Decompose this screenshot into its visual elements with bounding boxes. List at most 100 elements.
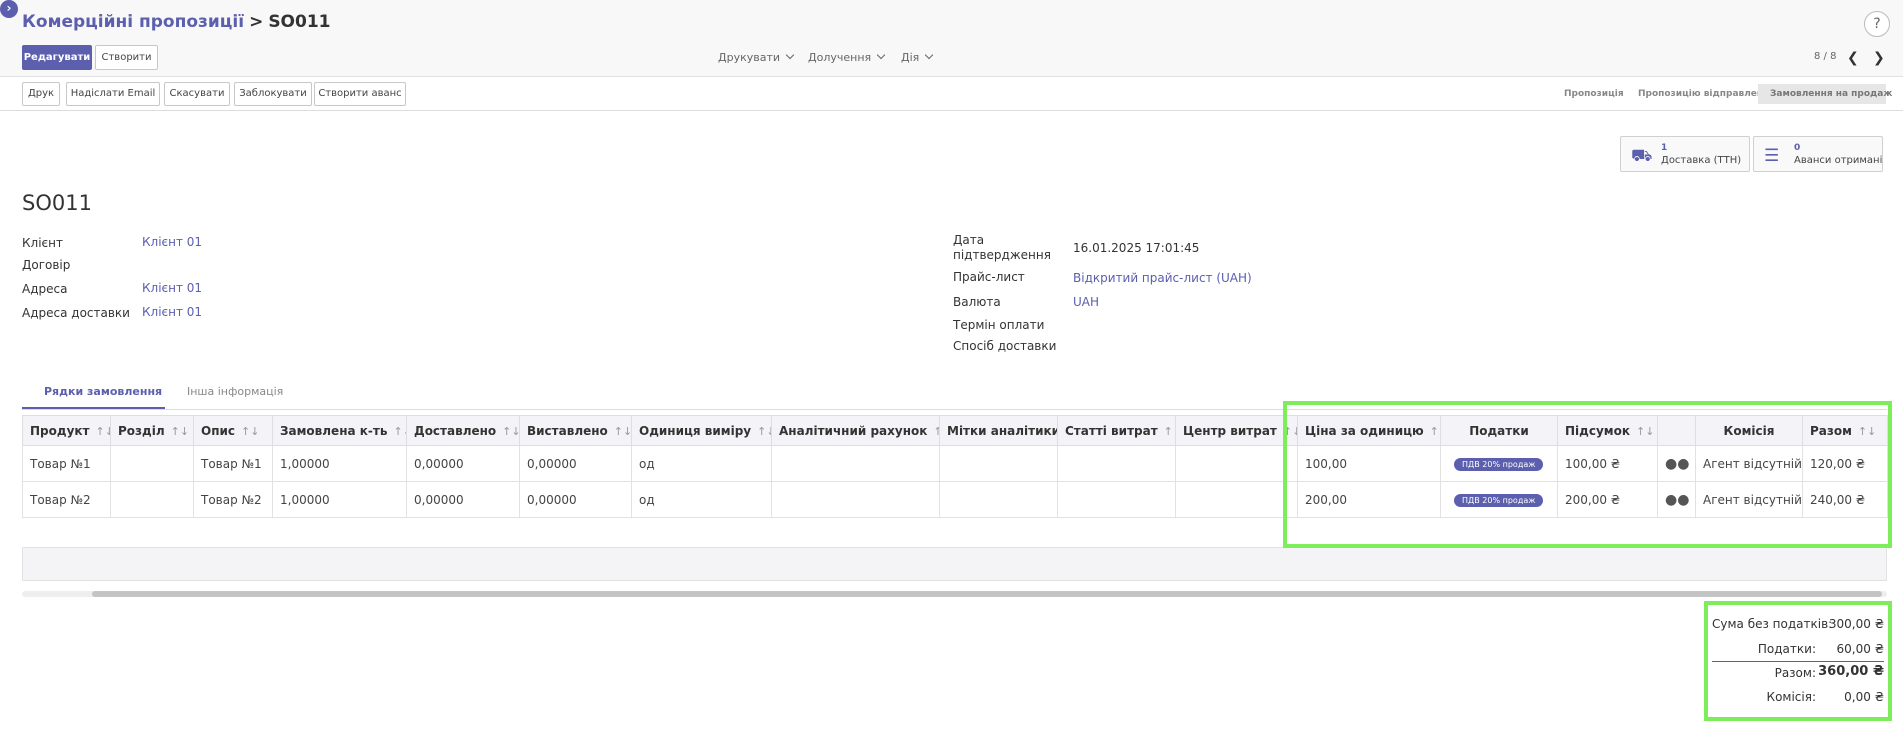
payment-term-label: Термін оплати <box>953 318 1045 332</box>
pricelist-field[interactable]: Відкритий прайс-лист (UAH) <box>1073 271 1252 285</box>
cell-analytic-tags[interactable] <box>939 445 1058 482</box>
cell-ordered-qty[interactable]: 1,00000 <box>272 445 407 482</box>
sort-icon[interactable]: ↑↓ <box>614 425 631 438</box>
stage-sale-order[interactable]: Замовлення на продаж <box>1758 84 1892 104</box>
delivery-address-field[interactable]: Клієнт 01 <box>142 305 202 319</box>
attachments-menu[interactable]: Долучення <box>808 50 886 64</box>
help-icon[interactable]: ? <box>1864 11 1890 37</box>
advances-count: 0 <box>1794 143 1801 153</box>
col-product[interactable]: Продукт↑↓ <box>22 415 111 446</box>
address-field[interactable]: Клієнт 01 <box>142 281 202 295</box>
col-description[interactable]: Опис ↑↓ <box>193 415 273 446</box>
print-button[interactable]: Друк <box>22 82 60 106</box>
print-menu[interactable]: Друкувати <box>718 50 795 64</box>
action-menu-label: Дія <box>901 51 920 64</box>
sort-icon[interactable]: ↑↓ <box>96 425 110 438</box>
cell-product[interactable]: Товар №2 <box>22 481 111 518</box>
sort-icon[interactable]: ↑↓ <box>1164 425 1175 438</box>
delivery-method-label: Спосіб доставки <box>953 339 1057 353</box>
sort-icon[interactable]: ↑↓ <box>502 425 518 438</box>
cell-uom[interactable]: од <box>631 481 772 518</box>
pager-counter[interactable]: 8 / 8 <box>1814 51 1836 62</box>
cell-analytic-account[interactable] <box>771 445 940 482</box>
cancel-button[interactable]: Скасувати <box>164 82 230 106</box>
cell-section[interactable] <box>110 481 194 518</box>
send-email-button[interactable]: Надіслати Email <box>66 82 160 106</box>
sort-icon[interactable]: ↑↓ <box>393 425 405 438</box>
highlight-box-price-columns <box>1283 401 1892 548</box>
cell-ordered-qty[interactable]: 1,00000 <box>272 481 407 518</box>
horizontal-scrollbar-thumb[interactable] <box>92 591 1882 597</box>
total-value: 360,00 ₴ <box>1818 664 1884 679</box>
create-advance-button[interactable]: Створити аванс <box>314 82 406 106</box>
col-analytic-account[interactable]: Аналітичний рахунок↑↓ <box>771 415 940 446</box>
breadcrumb-separator: > <box>249 12 264 32</box>
cell-invoiced[interactable]: 0,00000 <box>519 481 632 518</box>
sort-icon[interactable]: ↑↓ <box>241 425 259 438</box>
lock-button[interactable]: Заблокувати <box>234 82 312 106</box>
create-button[interactable]: Створити <box>95 45 158 70</box>
stage-proposal-sent[interactable]: Пропозицію відправлено <box>1638 84 1769 104</box>
col-invoiced[interactable]: Виставлено ↑↓ <box>519 415 632 446</box>
tab-other-info[interactable]: Інша інформація <box>187 385 283 398</box>
col-delivered[interactable]: Доставлено ↑↓ <box>406 415 520 446</box>
statusbar: Друк Надіслати Email Скасувати Заблокува… <box>0 77 1903 111</box>
cell-expense-items[interactable] <box>1057 481 1176 518</box>
action-menu[interactable]: Дія <box>901 50 934 64</box>
pager-prev-icon[interactable]: ❮ <box>1847 50 1859 66</box>
untaxed-amount-value: 300,00 ₴ <box>1828 617 1884 631</box>
truck-icon: ⛟ <box>1631 146 1653 166</box>
client-field[interactable]: Клієнт 01 <box>142 235 202 249</box>
attachments-menu-label: Долучення <box>808 51 872 64</box>
address-label: Адреса <box>22 282 68 296</box>
confirm-date-field[interactable]: 16.01.2025 17:01:45 <box>1073 241 1199 255</box>
cell-delivered[interactable]: 0,00000 <box>406 445 520 482</box>
cell-expense-items[interactable] <box>1057 445 1176 482</box>
cell-delivered[interactable]: 0,00000 <box>406 481 520 518</box>
col-analytic-tags: Мітки аналітики <box>939 415 1058 446</box>
totals-divider <box>1712 661 1884 662</box>
advances-label: Аванси отримані <box>1794 155 1883 166</box>
advances-smart-button[interactable]: ☰ 0 Аванси отримані <box>1753 136 1883 172</box>
confirm-date-label-line2: підтвердження <box>953 248 1051 262</box>
cell-description[interactable]: Товар №2 <box>193 481 273 518</box>
col-uom[interactable]: Одиниця виміру↑↓ <box>631 415 772 446</box>
control-panel: › Комерційні пропозиції > SO011 ? Редагува… <box>0 0 1903 77</box>
delivery-address-label: Адреса доставки <box>22 306 130 320</box>
tab-order-lines[interactable]: Рядки замовлення <box>44 385 162 398</box>
stage-proposal[interactable]: Пропозиція <box>1564 84 1624 104</box>
pager-next-icon[interactable]: ❯ <box>1873 50 1885 66</box>
list-icon: ☰ <box>1764 146 1780 166</box>
currency-field[interactable]: UAH <box>1073 295 1099 309</box>
client-label: Клієнт <box>22 236 63 250</box>
col-cost-center[interactable]: Центр витрат↑↓ <box>1175 415 1298 446</box>
breadcrumb-parent-link[interactable]: Комерційні пропозиції <box>22 12 244 32</box>
cell-product[interactable]: Товар №1 <box>22 445 111 482</box>
cell-analytic-tags[interactable] <box>939 481 1058 518</box>
cell-section[interactable] <box>110 445 194 482</box>
expand-menu-icon[interactable]: › <box>0 0 18 18</box>
total-label: Разом: <box>1774 666 1816 680</box>
cell-cost-center[interactable] <box>1175 445 1298 482</box>
record-title: SO011 <box>22 191 92 215</box>
cell-uom[interactable]: од <box>631 445 772 482</box>
cell-analytic-account[interactable] <box>771 481 940 518</box>
col-ordered-qty[interactable]: Замовлена к-ть↑↓ <box>272 415 407 446</box>
sort-icon[interactable]: ↑↓ <box>933 425 938 438</box>
untaxed-amount-label: Сума без податків: <box>1712 617 1833 631</box>
cell-description[interactable]: Товар №1 <box>193 445 273 482</box>
print-menu-label: Друкувати <box>718 51 781 64</box>
chevron-down-icon <box>876 50 886 60</box>
table-footer-row <box>22 547 1887 581</box>
sort-icon[interactable]: ↑↓ <box>757 425 770 438</box>
chevron-down-icon <box>785 50 795 60</box>
edit-button[interactable]: Редагувати <box>22 45 92 70</box>
confirm-date-label: Дата <box>953 233 985 247</box>
delivery-smart-button[interactable]: ⛟ 1 Доставка (ТТН) <box>1620 136 1750 172</box>
col-section[interactable]: Розділ ↑↓ <box>110 415 194 446</box>
col-expense-items[interactable]: Статті витрат↑↓ <box>1057 415 1176 446</box>
cell-invoiced[interactable]: 0,00000 <box>519 445 632 482</box>
sort-icon[interactable]: ↑↓ <box>171 425 189 438</box>
cell-cost-center[interactable] <box>1175 481 1298 518</box>
commission-total-value: 0,00 ₴ <box>1844 690 1884 704</box>
